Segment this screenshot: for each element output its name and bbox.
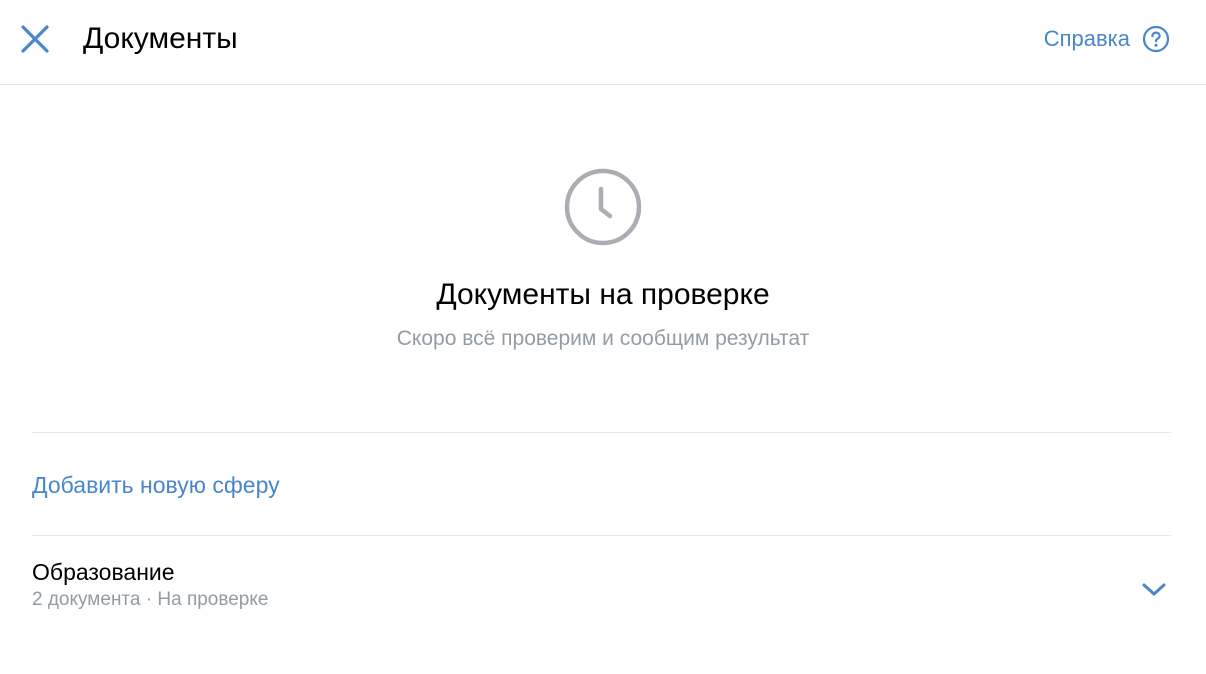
- add-sphere-link[interactable]: Добавить новую сферу: [32, 470, 280, 500]
- sphere-name: Образование: [32, 559, 175, 585]
- close-icon: [21, 25, 49, 53]
- sphere-item-education[interactable]: Образование 2 документа · На проверке: [32, 556, 1171, 620]
- help-link[interactable]: Справка: [1044, 22, 1170, 56]
- sphere-status: 2 документа · На проверке: [32, 589, 269, 610]
- chevron-down-icon[interactable]: [1141, 580, 1167, 598]
- top-bar: Документы Справка: [0, 0, 1206, 85]
- page-title: Документы: [83, 22, 238, 55]
- status-subtitle: Скоро всё проверим и сообщим результат: [396, 327, 810, 350]
- divider: [32, 432, 1171, 433]
- help-label: Справка: [1043, 26, 1130, 51]
- clock-icon: [564, 168, 642, 246]
- status-title: Документы на проверке: [436, 278, 770, 311]
- question-circle-icon: [1142, 25, 1170, 53]
- review-status: Документы на проверке Скоро всё проверим…: [0, 167, 1206, 352]
- divider: [32, 535, 1171, 536]
- close-button[interactable]: [18, 22, 52, 56]
